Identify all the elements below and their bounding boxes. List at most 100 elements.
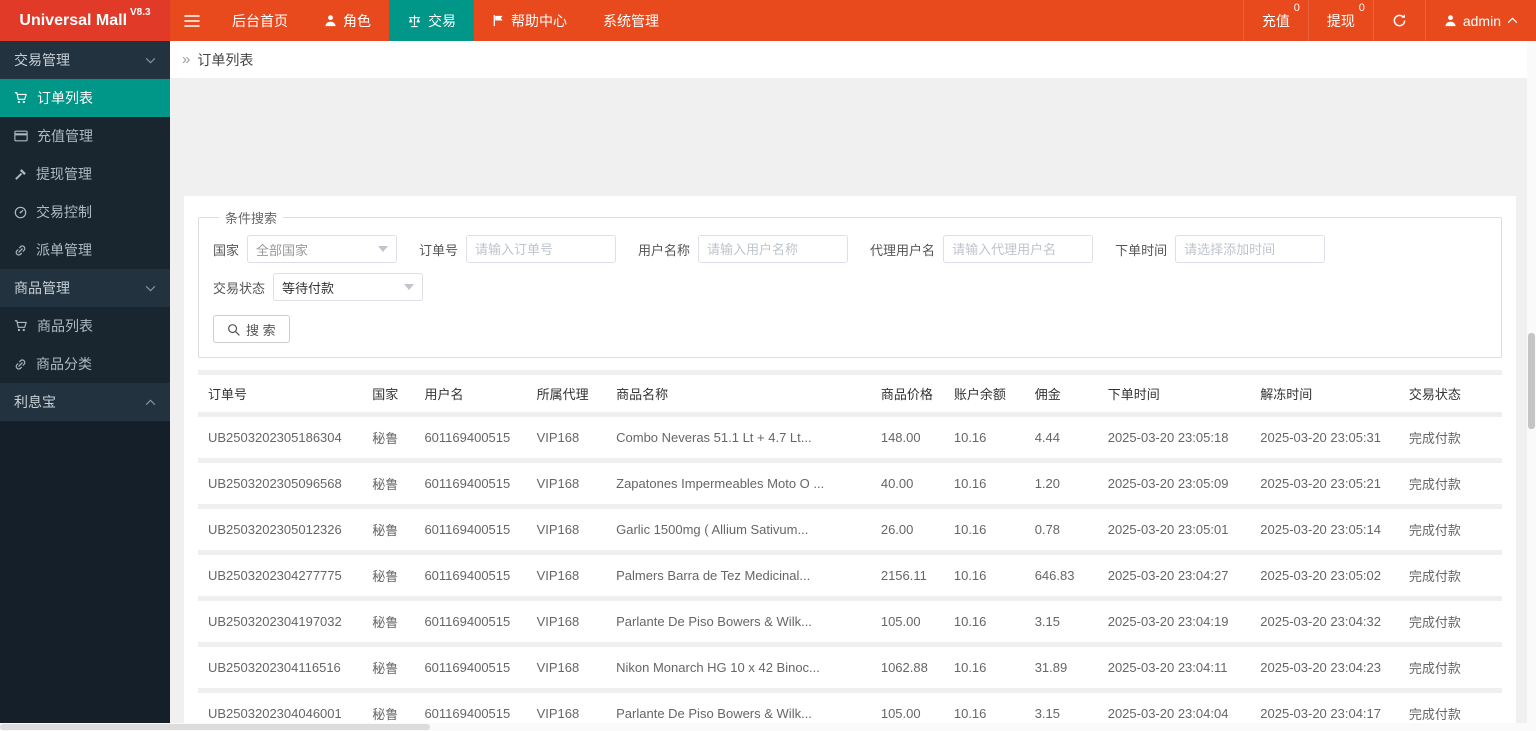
chevron-up-icon — [1507, 17, 1518, 24]
cell-balance: 10.16 — [953, 660, 987, 675]
cell-username: 601169400515 — [424, 568, 511, 583]
cell-unfreeze-time: 2025-03-20 23:05:14 — [1260, 522, 1381, 537]
cell-status: 完成付款 — [1408, 569, 1461, 584]
page-title: 订单列表 — [197, 51, 254, 68]
person-icon — [325, 15, 336, 27]
search-button[interactable]: 搜 索 — [213, 315, 290, 343]
sidebar: 交易管理 订单列表 充值管理 提现管理 交易控制 派单管理 商品管理 商品列表 … — [0, 41, 170, 723]
column-header: 商品价格 — [880, 387, 933, 402]
nav-item-help[interactable]: 帮助中心 — [474, 0, 585, 41]
magnifier-icon — [228, 323, 240, 336]
horizontal-scrollbar[interactable] — [0, 723, 1536, 731]
filter-trade-status: 交易状态 等待付款 — [213, 273, 424, 301]
nav-item-roles[interactable]: 角色 — [306, 0, 389, 41]
filter-label: 用户名称 — [638, 242, 691, 258]
nav-label: 交易 — [428, 12, 456, 29]
chain-link-icon — [15, 358, 26, 370]
cell-order-no: UB2503202304046001 — [208, 706, 342, 721]
sidebar-toggle-button[interactable] — [170, 0, 214, 41]
filter-row: 国家 全部国家 订单号 用户名称 — [213, 235, 1487, 301]
agent-input[interactable] — [943, 235, 1094, 263]
cell-product: Parlante De Piso Bowers & Wilk... — [616, 706, 812, 721]
credit-card-icon — [14, 130, 28, 142]
username-input[interactable] — [698, 235, 849, 263]
header-actions: 充值 0 提现 0 admin — [1242, 0, 1536, 41]
cell-agent: VIP168 — [536, 522, 580, 537]
sidebar-group-interest[interactable]: 利息宝 — [0, 383, 170, 421]
select-value: 等待付款 — [282, 280, 335, 296]
column-header: 商品名称 — [616, 387, 669, 402]
sidebar-item-product-list[interactable]: 商品列表 — [0, 307, 170, 345]
content-card: 条件搜索 国家 全部国家 订单号 请输入订单号 用户名称 请输入用户名称 代理用… — [184, 196, 1516, 723]
flag-icon — [493, 14, 503, 27]
filter-order-no: 订单号 — [419, 235, 617, 263]
chevron-down-icon — [145, 285, 156, 291]
cell-product: Zapatones Impermeables Moto O ... — [616, 476, 825, 491]
sidebar-item-label: 商品列表 — [37, 318, 93, 334]
sidebar-item-product-category[interactable]: 商品分类 — [0, 345, 170, 383]
brand-name: Universal Mall — [19, 11, 128, 29]
cell-commission: 646.83 — [1034, 568, 1075, 583]
cell-balance: 10.16 — [953, 706, 987, 721]
cell-agent: VIP168 — [536, 706, 580, 721]
trade-status-select[interactable]: 等待付款 — [273, 273, 424, 301]
table-row: UB2503202304046001 秘鲁 601169400515 VIP168 Pa… — [198, 693, 1502, 723]
cell-product: Palmers Barra de Tez Medicinal... — [616, 568, 811, 583]
cell-commission: 1.20 — [1034, 476, 1061, 491]
country-select[interactable]: 全部国家 — [247, 235, 398, 263]
cell-price: 105.00 — [880, 706, 921, 721]
filter-label: 下单时间 — [1115, 242, 1168, 258]
cell-country: 秘鲁 — [372, 569, 399, 584]
cell-agent: VIP168 — [536, 660, 580, 675]
sidebar-item-recharge[interactable]: 充值管理 — [0, 117, 170, 155]
sidebar-item-withdraw[interactable]: 提现管理 — [0, 155, 170, 193]
sidebar-item-label: 派单管理 — [36, 242, 92, 258]
search-button-label: 搜 索 — [246, 322, 276, 338]
cell-order-time: 2025-03-20 23:04:04 — [1107, 706, 1229, 721]
cell-order-time: 2025-03-20 23:04:11 — [1107, 660, 1228, 675]
select-value: 全部国家 — [256, 242, 309, 258]
button-row: 搜 索 — [213, 315, 1487, 343]
main-area: » 订单列表 条件搜索 国家 全部国家 订单号 请输入订单号 用户名称 请输入用… — [170, 41, 1536, 723]
nav-item-system[interactable]: 系统管理 — [585, 0, 677, 41]
search-panel: 条件搜索 国家 全部国家 订单号 请输入订单号 用户名称 请输入用户名称 代理用… — [198, 208, 1502, 358]
cell-unfreeze-time: 2025-03-20 23:04:17 — [1260, 706, 1381, 721]
cell-status: 完成付款 — [1408, 707, 1461, 722]
cell-country: 秘鲁 — [372, 431, 399, 446]
vertical-scrollbar[interactable] — [1527, 41, 1536, 723]
table-row: UB2503202305096568 秘鲁 601169400515 VIP168 Za… — [198, 463, 1502, 504]
column-header: 国家 — [372, 387, 399, 402]
sidebar-group-products[interactable]: 商品管理 — [0, 269, 170, 307]
column-header: 账户余额 — [953, 387, 1006, 402]
cell-status: 完成付款 — [1408, 523, 1461, 538]
shopping-cart-icon — [14, 92, 27, 104]
gauge-icon — [14, 206, 27, 218]
cell-product: Garlic 1500mg ( Allium Sativum... — [616, 522, 809, 537]
cell-unfreeze-time: 2025-03-20 23:05:31 — [1260, 430, 1381, 445]
order-time-input[interactable] — [1175, 235, 1326, 263]
group-label: 利息宝 — [14, 394, 56, 410]
nav-item-trade[interactable]: 交易 — [389, 0, 474, 41]
nav-item-dashboard[interactable]: 后台首页 — [214, 0, 306, 41]
sidebar-item-dispatch[interactable]: 派单管理 — [0, 231, 170, 269]
sidebar-item-order-list[interactable]: 订单列表 — [0, 79, 170, 117]
search-panel-title: 条件搜索 — [225, 211, 278, 226]
withdraw-button[interactable]: 提现 0 — [1307, 0, 1373, 41]
recharge-button[interactable]: 充值 0 — [1242, 0, 1308, 41]
nav-label: 系统管理 — [603, 12, 659, 29]
refresh-button[interactable] — [1372, 0, 1425, 41]
nav-label: 后台首页 — [232, 12, 288, 29]
vertical-scrollbar-thumb[interactable] — [1528, 333, 1535, 429]
horizontal-scrollbar-thumb[interactable] — [0, 724, 430, 730]
order-no-input[interactable] — [466, 235, 617, 263]
cell-price: 148.00 — [880, 430, 921, 445]
table-row: UB2503202305186304 秘鲁 601169400515 VIP168 Co… — [198, 417, 1502, 458]
user-menu[interactable]: admin — [1424, 0, 1536, 41]
sidebar-group-trade[interactable]: 交易管理 — [0, 41, 170, 79]
sidebar-item-trade-control[interactable]: 交易控制 — [0, 193, 170, 231]
brand-logo[interactable]: Universal Mall V8.3 — [0, 0, 170, 41]
column-header: 解冻时间 — [1260, 387, 1313, 402]
chain-link-icon — [15, 244, 26, 256]
cell-balance: 10.16 — [953, 522, 987, 537]
cell-price: 26.00 — [880, 522, 914, 537]
